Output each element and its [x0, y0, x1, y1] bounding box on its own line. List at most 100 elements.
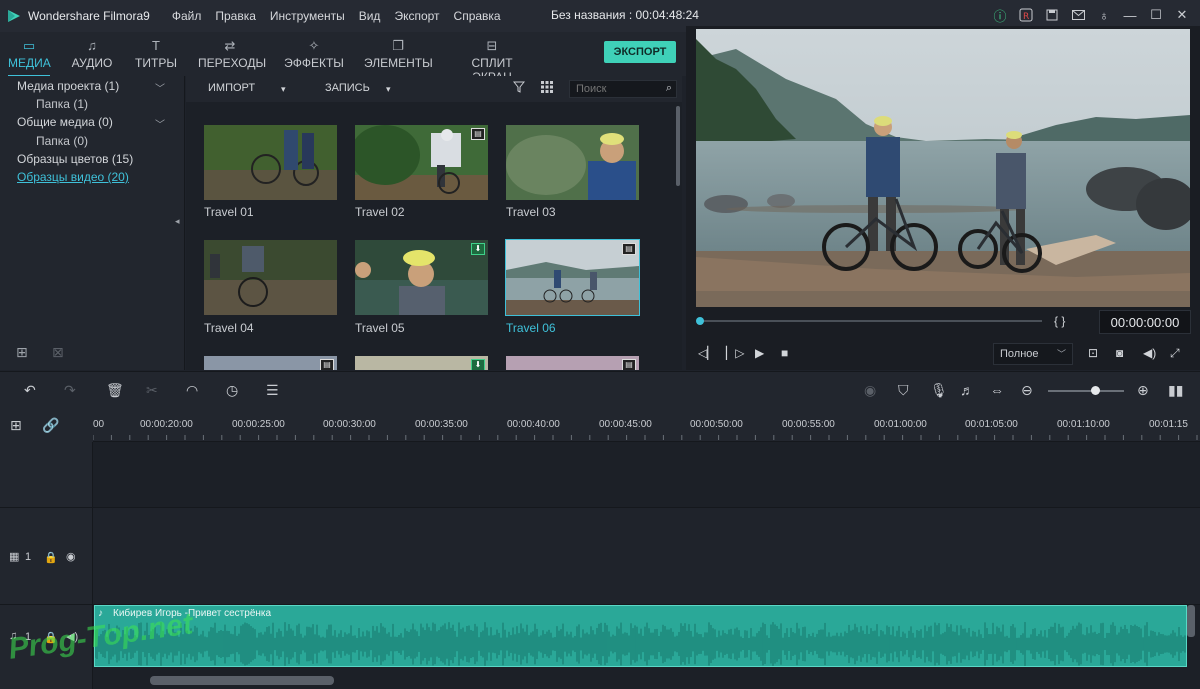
chevron-down-icon[interactable]: ▾: [386, 84, 391, 95]
record-button[interactable]: ЗАПИСЬ: [325, 82, 370, 94]
new-folder-icon[interactable]: ⊞: [16, 344, 28, 361]
music-note-icon: ♪: [98, 608, 103, 619]
tab-audio[interactable]: ♫ АУДИО: [70, 38, 114, 70]
menu-help[interactable]: Справка: [454, 9, 501, 23]
add-track-icon[interactable]: ⊞: [10, 417, 22, 434]
menu-tools[interactable]: Инструменты: [270, 9, 345, 23]
search-icon[interactable]: ⌕: [666, 82, 672, 95]
media-thumbnail-travel-06[interactable]: ▤: [505, 239, 640, 316]
notification-icon[interactable]: ♁: [1096, 6, 1112, 24]
svg-text:R: R: [1023, 12, 1029, 22]
chevron-down-icon[interactable]: ﹀: [155, 116, 165, 131]
tree-item-video-samples[interactable]: Образцы видео (20): [17, 170, 129, 184]
timeline-tracks[interactable]: ♪ Кибирев Игорь -Привет сестрёнка: [93, 442, 1200, 689]
audio-clip[interactable]: ♪ Кибирев Игорь -Привет сестрёнка: [94, 605, 1187, 667]
window-controls: ⓘ R ♁ — ☐ ✕: [992, 6, 1190, 24]
play-icon[interactable]: ▶: [755, 346, 764, 360]
minimize-icon[interactable]: —: [1122, 6, 1138, 24]
timeline-vertical-scrollbar[interactable]: [1187, 605, 1195, 637]
tab-titles[interactable]: T ТИТРЫ: [134, 38, 178, 70]
mark-in-out[interactable]: { }: [1054, 314, 1065, 328]
adjust-icon[interactable]: ☰: [266, 382, 279, 399]
tab-transitions[interactable]: ⇄ ПЕРЕХОДЫ: [198, 38, 266, 70]
collapse-panel-icon[interactable]: ◂: [175, 216, 180, 227]
play-pause-icon[interactable]: ▏▷: [726, 346, 744, 360]
zoom-out-icon[interactable]: ⊖: [1021, 382, 1033, 399]
tab-media[interactable]: ▭ МЕДИА: [8, 38, 51, 77]
media-thumbnail-travel-02[interactable]: ▤: [355, 125, 488, 200]
timeline-horizontal-scrollbar[interactable]: [150, 676, 334, 685]
media-thumbnail-travel-05[interactable]: ⬇: [355, 240, 488, 315]
delete-folder-icon[interactable]: ⊠: [52, 344, 64, 361]
speed-icon[interactable]: ◠: [186, 382, 198, 399]
display-settings-icon[interactable]: ⊡: [1088, 346, 1098, 360]
render-icon[interactable]: ◉: [864, 382, 876, 399]
menu-edit[interactable]: Правка: [215, 9, 256, 23]
previous-frame-icon[interactable]: ◁▏: [698, 346, 716, 360]
audio-mixer-icon[interactable]: ♬: [960, 382, 974, 398]
chevron-down-icon[interactable]: ﹀: [155, 80, 165, 95]
media-thumbnail-travel-04[interactable]: [204, 240, 337, 315]
playback-quality-select[interactable]: Полное ﹀: [993, 343, 1073, 365]
snapshot-icon[interactable]: ◙: [1116, 346, 1123, 360]
tree-item-folder-0[interactable]: Папка (0): [36, 134, 88, 148]
media-thumbnail-row3-1[interactable]: ▤: [204, 356, 337, 370]
fit-timeline-icon[interactable]: ⇔: [990, 382, 1004, 398]
tree-item-project-media[interactable]: Медиа проекта (1): [17, 79, 119, 93]
eye-icon[interactable]: ◉: [66, 550, 76, 563]
zoom-slider[interactable]: [1048, 390, 1124, 392]
ruler-tick-label: 00:00:50:00: [690, 419, 743, 430]
zoom-slider-knob[interactable]: [1091, 386, 1100, 395]
delete-icon[interactable]: 🗑: [106, 382, 124, 399]
maximize-icon[interactable]: ☐: [1148, 6, 1164, 24]
menu-file[interactable]: Файл: [172, 9, 202, 23]
menu-view[interactable]: Вид: [359, 9, 381, 23]
lock-icon[interactable]: 🔒: [44, 551, 58, 564]
media-thumbnail-row3-2[interactable]: ⬇: [355, 356, 488, 370]
playhead-knob[interactable]: [696, 317, 704, 325]
search-input[interactable]: [570, 81, 658, 97]
media-scrollbar[interactable]: [676, 106, 680, 186]
tree-item-folder-1[interactable]: Папка (1): [36, 97, 88, 111]
menu-export[interactable]: Экспорт: [394, 9, 439, 23]
duration-icon[interactable]: ◷: [226, 382, 238, 399]
fullscreen-icon[interactable]: ⤢: [1170, 346, 1180, 361]
track-header-empty: [0, 442, 93, 508]
record-badge-icon[interactable]: R: [1018, 6, 1034, 24]
link-icon[interactable]: 🔗: [42, 417, 59, 434]
stop-icon[interactable]: ■: [781, 346, 788, 360]
tree-item-color-samples[interactable]: Образцы цветов (15): [17, 152, 133, 166]
tab-effects[interactable]: ✧ ЭФФЕКТЫ: [284, 38, 344, 70]
media-thumbnail-travel-03[interactable]: [506, 125, 639, 200]
grid-view-icon[interactable]: [541, 81, 553, 96]
volume-icon[interactable]: ◀): [1143, 346, 1156, 360]
zoom-in-icon[interactable]: ⊕: [1137, 382, 1149, 399]
marker-icon[interactable]: ⛉: [898, 382, 909, 399]
microphone-icon[interactable]: 🎙: [930, 382, 948, 399]
toggle-panel-icon[interactable]: ▮▮: [1168, 382, 1183, 399]
export-button[interactable]: ЭКСПОРТ: [604, 41, 676, 63]
cut-icon[interactable]: ✂: [146, 382, 158, 399]
mail-icon[interactable]: [1070, 6, 1086, 24]
save-icon[interactable]: [1044, 6, 1060, 24]
document-title: Без названия : 00:04:48:24: [551, 8, 699, 22]
undo-icon[interactable]: ↶: [24, 382, 36, 399]
media-thumbnail-row3-3[interactable]: ▤: [506, 356, 639, 370]
ruler-tick-label: 00:01:15: [1149, 419, 1188, 430]
filter-icon[interactable]: [512, 81, 526, 96]
redo-icon[interactable]: ↷: [64, 382, 76, 399]
chevron-down-icon[interactable]: ▾: [281, 84, 286, 95]
info-icon[interactable]: ⓘ: [992, 6, 1008, 24]
video-clip-badge-icon: ▤: [320, 359, 334, 370]
ruler-tick-label: 00:00:45:00: [599, 419, 652, 430]
timeline-ruler[interactable]: 00 00:00:20:00 00:00:25:00 00:00:30:00 0…: [92, 407, 1200, 442]
close-icon[interactable]: ✕: [1174, 6, 1190, 24]
playback-scrubber[interactable]: [700, 320, 1042, 322]
media-tree: Медиа проекта (1) ﹀ Папка (1) Общие меди…: [0, 76, 185, 370]
timeline-header-tools: ⊞ 🔗: [0, 407, 93, 442]
tab-elements[interactable]: ❐ ЭЛЕМЕНТЫ: [364, 38, 433, 70]
import-button[interactable]: ИМПОРТ: [208, 82, 255, 94]
media-library: ИМПОРТ ▾ ЗАПИСЬ ▾ ⌕ Travel 01 ▤ Travel 0…: [186, 76, 682, 370]
media-thumbnail-travel-01[interactable]: [204, 125, 337, 200]
tree-item-shared-media[interactable]: Общие медиа (0): [17, 115, 113, 129]
